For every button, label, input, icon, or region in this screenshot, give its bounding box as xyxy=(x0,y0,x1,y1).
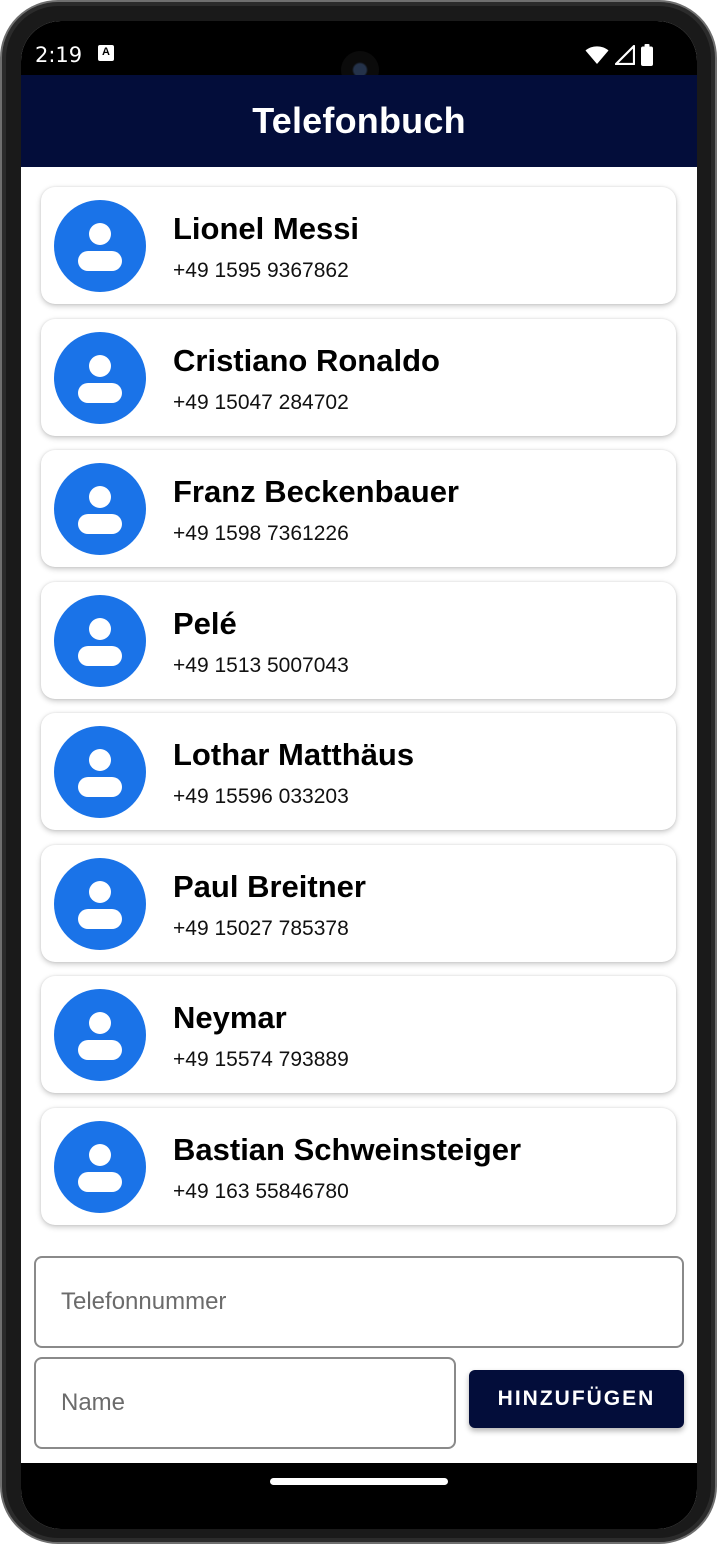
contact-phone: +49 15027 785378 xyxy=(173,917,349,940)
contact-card[interactable]: Neymar +49 15574 793889 xyxy=(41,976,676,1093)
avatar xyxy=(54,463,146,555)
avatar xyxy=(54,858,146,950)
contact-phone: +49 15596 033203 xyxy=(173,785,349,808)
contact-phone: +49 15047 284702 xyxy=(173,391,349,414)
contact-phone: +49 1595 9367862 xyxy=(173,259,349,282)
contact-name: Pelé xyxy=(173,606,237,641)
person-icon xyxy=(78,618,122,666)
name-input[interactable] xyxy=(34,1357,456,1449)
contact-name: Lionel Messi xyxy=(173,211,360,246)
add-button[interactable]: HINZUFÜGEN xyxy=(469,1370,684,1428)
app-bar: Telefonbuch xyxy=(21,75,697,167)
person-icon xyxy=(78,749,122,797)
avatar xyxy=(54,726,146,818)
avatar xyxy=(54,1121,146,1213)
home-handle[interactable] xyxy=(270,1478,448,1485)
contact-card[interactable]: Lionel Messi +49 1595 9367862 xyxy=(41,187,676,304)
avatar xyxy=(54,200,146,292)
signal-icon xyxy=(615,45,635,65)
wifi-icon xyxy=(585,46,609,64)
battery-icon xyxy=(641,44,653,66)
status-time: 2:19 xyxy=(35,43,83,67)
contact-name: Neymar xyxy=(173,1000,287,1035)
person-icon xyxy=(78,486,122,534)
contact-phone: +49 163 55846780 xyxy=(173,1180,349,1203)
contact-card[interactable]: Pelé +49 1513 5007043 xyxy=(41,582,676,699)
contact-name: Lothar Matthäus xyxy=(173,737,415,772)
contact-card[interactable]: Cristiano Ronaldo +49 15047 284702 xyxy=(41,319,676,436)
avatar xyxy=(54,332,146,424)
contact-name: Bastian Schweinsteiger xyxy=(173,1132,522,1167)
contact-list[interactable]: Lionel Messi +49 1595 9367862 Cristiano … xyxy=(21,167,697,1233)
contact-name: Cristiano Ronaldo xyxy=(173,343,440,378)
contact-card[interactable]: Franz Beckenbauer +49 1598 7361226 xyxy=(41,450,676,567)
navigation-bar xyxy=(21,1463,697,1529)
status-icons xyxy=(585,43,653,67)
contact-phone: +49 1513 5007043 xyxy=(173,654,349,677)
contact-card[interactable]: Bastian Schweinsteiger +49 163 55846780 xyxy=(41,1108,676,1225)
app-title: Telefonbuch xyxy=(252,100,466,141)
person-icon xyxy=(78,881,122,929)
person-icon xyxy=(78,1012,122,1060)
avatar xyxy=(54,989,146,1081)
phone-number-input[interactable] xyxy=(34,1256,684,1348)
notification-a-icon: A xyxy=(98,45,114,61)
contact-phone: +49 1598 7361226 xyxy=(173,522,349,545)
avatar xyxy=(54,595,146,687)
add-contact-form: HINZUFÜGEN xyxy=(21,1233,697,1463)
contact-name: Paul Breitner xyxy=(173,869,366,904)
contact-card[interactable]: Paul Breitner +49 15027 785378 xyxy=(41,845,676,962)
person-icon xyxy=(78,223,122,271)
device-frame: 2:19 A Telefonbuch Lionel Messi +49 1595… xyxy=(0,0,717,1544)
screen: 2:19 A Telefonbuch Lionel Messi +49 1595… xyxy=(21,21,697,1529)
person-icon xyxy=(78,1144,122,1192)
person-icon xyxy=(78,355,122,403)
contact-card[interactable]: Lothar Matthäus +49 15596 033203 xyxy=(41,713,676,830)
contact-name: Franz Beckenbauer xyxy=(173,474,459,509)
contact-phone: +49 15574 793889 xyxy=(173,1048,349,1071)
